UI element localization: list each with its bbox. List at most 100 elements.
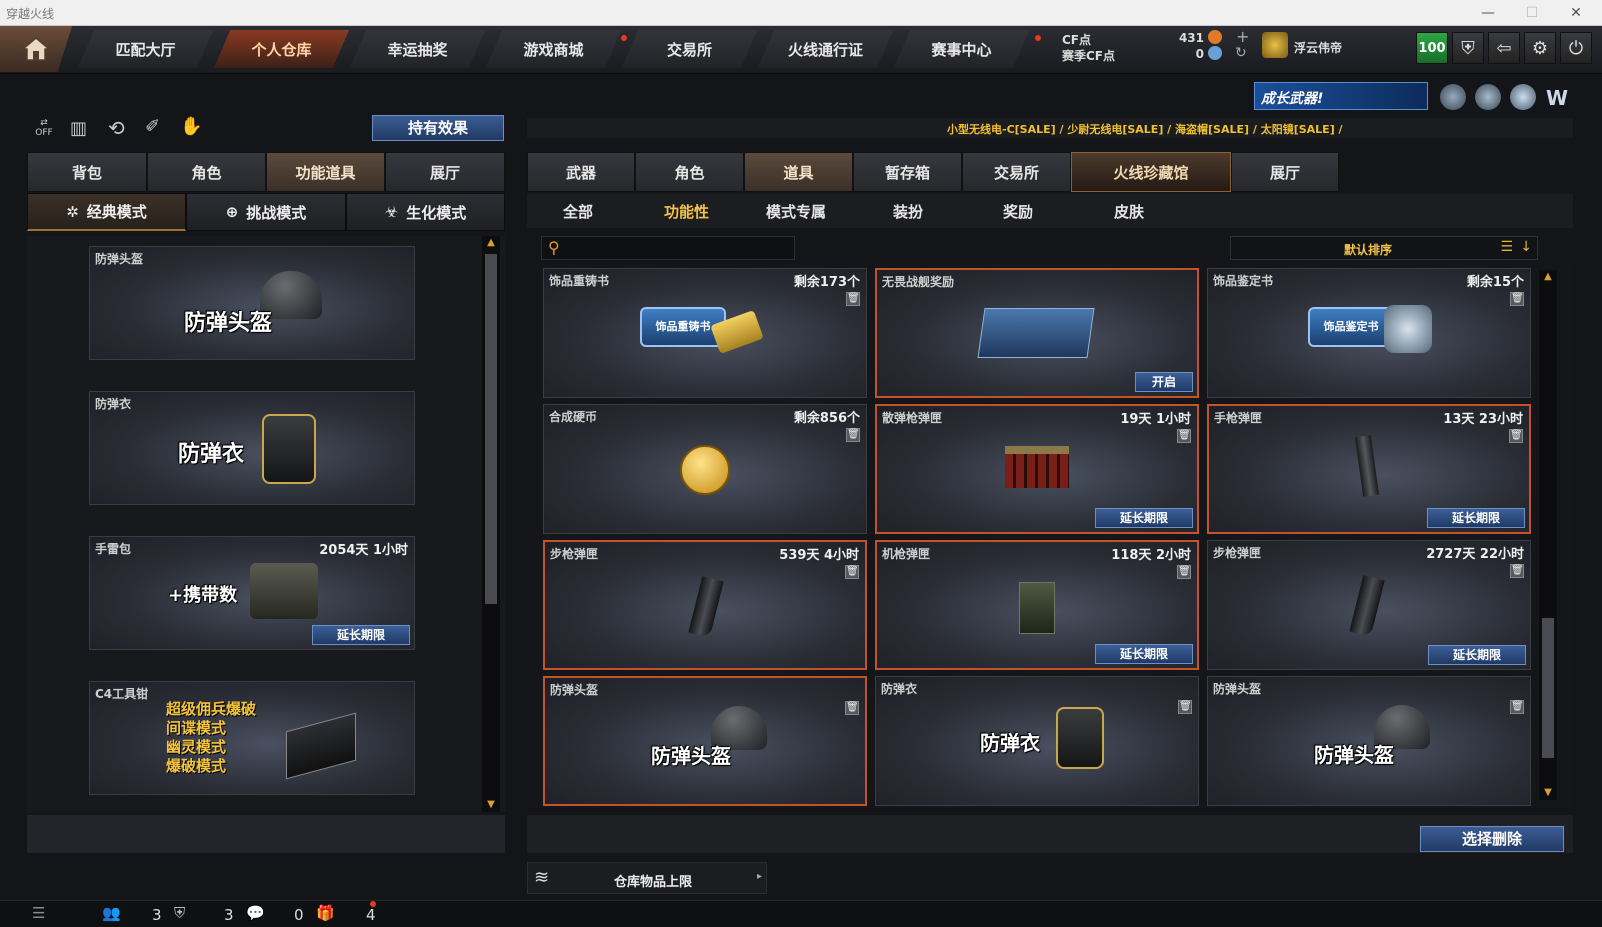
subtab-all[interactable]: 全部 [563,201,593,222]
maximize-icon[interactable]: ☐ [1514,2,1550,24]
close-icon[interactable]: ✕ [1558,2,1594,24]
extend-button[interactable]: 延长期限 [1095,508,1193,528]
history-icon[interactable]: ⟲ [108,116,125,140]
subtab-cosmetic[interactable]: 装扮 [893,201,923,222]
nav-tab-pass[interactable]: 火线通行证 [758,30,893,68]
stats-icon[interactable]: ▥ [70,118,87,139]
glove-icon[interactable]: ✋ [180,116,202,137]
grid-item[interactable]: 手枪弹匣 13天 23小时 🗑 延长期限 [1207,404,1531,534]
tab-function-items[interactable]: 功能道具 [266,152,385,192]
chat-icon[interactable]: 💬 [246,904,265,922]
scroll-up-icon[interactable]: ▲ [1541,270,1555,284]
refresh-icon[interactable]: ↻ [1235,45,1247,61]
grid-item[interactable]: 饰品重铸书 剩余173个 🗑 饰品重铸书 [543,268,867,398]
scroll-thumb[interactable] [1542,618,1554,758]
capacity-bar[interactable]: ≋ 仓库物品上限 ▸ [527,862,767,894]
menu-icon[interactable]: ☰ [32,904,45,922]
badge-icon-1[interactable] [1440,84,1466,110]
tab-showroom[interactable]: 展厅 [385,152,505,192]
extend-button[interactable]: 延长期限 [1095,644,1193,664]
tab-collection[interactable]: 火线珍藏馆 [1071,152,1231,192]
trash-icon[interactable]: 🗑 [845,701,859,715]
globe-icon[interactable] [1475,84,1501,110]
toggle-off-icon[interactable]: ⇄ OFF [32,118,56,142]
right-scrollbar[interactable]: ▲ ▼ [1539,270,1557,800]
list-item[interactable]: 防弹头盔 防弹头盔 [89,246,415,360]
list-view-icon[interactable]: ☰ [1500,239,1513,255]
left-scrollbar[interactable]: ▲ ▼ [482,236,500,812]
friends-icon[interactable]: 👥 [102,904,121,922]
select-delete-button[interactable]: 选择删除 [1420,826,1564,852]
nav-tab-lobby[interactable]: 匹配大厅 [78,30,213,68]
trash-icon[interactable]: 🗑 [1510,564,1524,578]
scroll-down-icon[interactable]: ▼ [1541,786,1555,800]
shield-icon[interactable]: ⛨ [1452,32,1484,64]
tab-exhibition[interactable]: 展厅 [1231,152,1339,192]
tab-roles[interactable]: 角色 [635,152,744,192]
sort-select[interactable]: 默认排序 ☰ ↓ [1230,236,1538,260]
grid-item[interactable]: 步枪弹匣 2727天 22小时 🗑 延长期限 [1207,540,1531,670]
grid-item[interactable]: 无畏战舰奖励 开启 [875,268,1199,398]
grid-item[interactable]: 合成硬币 剩余856个 🗑 [543,404,867,534]
tab-trade[interactable]: 交易所 [962,152,1071,192]
level-badge[interactable]: 100 [1416,32,1448,64]
sort-order-icon[interactable]: ↓ [1520,239,1532,255]
trash-icon[interactable]: 🗑 [846,292,860,306]
extend-button[interactable]: 延长期限 [312,625,410,645]
list-item[interactable]: C4工具钳 超级佣兵爆破 间谍模式 幽灵模式 爆破模式 [89,681,415,795]
subtab-rewards[interactable]: 奖励 [1003,201,1033,222]
trash-icon[interactable]: 🗑 [1177,429,1191,443]
trash-icon[interactable]: 🗑 [1178,700,1192,714]
nav-tab-shop[interactable]: 游戏商城 [486,30,621,68]
trash-icon[interactable]: 🗑 [1509,429,1523,443]
clan-shield-icon[interactable]: ⛨ [174,904,185,922]
w-logo-icon[interactable]: W [1546,86,1568,110]
gear-icon[interactable]: ⚙ [1524,32,1556,64]
open-button[interactable]: 开启 [1135,372,1193,392]
grid-item[interactable]: 机枪弹匣 118天 2小时 🗑 延长期限 [875,540,1199,670]
trash-icon[interactable]: 🗑 [845,565,859,579]
trash-icon[interactable]: 🗑 [846,428,860,442]
extend-button[interactable]: 延长期限 [1428,645,1526,665]
trash-icon[interactable]: 🗑 [1510,292,1524,306]
growth-weapon-banner[interactable]: 成长武器! [1254,82,1428,110]
tab-character[interactable]: 角色 [147,152,266,192]
tab-weapons[interactable]: 武器 [527,152,635,192]
tab-storage[interactable]: 暂存箱 [853,152,962,192]
tab-backpack[interactable]: 背包 [27,152,147,192]
grid-item[interactable]: 散弹枪弹匣 19天 1小时 🗑 延长期限 [875,404,1199,534]
search-input[interactable]: ⚲ [541,236,795,260]
nav-tab-events[interactable]: 赛事中心 [894,30,1029,68]
extend-button[interactable]: 延长期限 [1427,508,1525,528]
list-item[interactable]: 手雷包 2054天 1小时 +携带数 延长期限 [89,536,415,650]
power-icon[interactable]: ⏻ [1560,32,1592,64]
add-cf-icon[interactable]: + [1236,27,1249,46]
tab-props[interactable]: 道具 [744,152,853,192]
nav-tab-exchange[interactable]: 交易所 [622,30,757,68]
gift-icon[interactable]: 🎁 [316,904,335,922]
trash-icon[interactable]: 🗑 [1510,700,1524,714]
subtab-mode-exclusive[interactable]: 模式专属 [766,201,826,222]
grid-item[interactable]: 饰品鉴定书 剩余15个 🗑 饰品鉴定书 [1207,268,1531,398]
tab-classic-mode[interactable]: ✲ 经典模式 [27,193,186,231]
subtab-skins[interactable]: 皮肤 [1114,201,1144,222]
nav-tab-warehouse[interactable]: 个人仓库 [214,30,349,68]
tab-zombie-mode[interactable]: ☣ 生化模式 [346,193,505,231]
home-icon[interactable] [0,26,72,72]
minimize-icon[interactable]: — [1470,2,1506,24]
tab-challenge-mode[interactable]: ⊕ 挑战模式 [186,193,346,231]
subtab-functional[interactable]: 功能性 [664,201,709,222]
grid-item[interactable]: 防弹头盔 🗑 防弹头盔 [543,676,867,806]
scroll-down-icon[interactable]: ▼ [484,798,498,812]
nav-tab-lottery[interactable]: 幸运抽奖 [350,30,485,68]
list-item[interactable]: 防弹衣 防弹衣 [89,391,415,505]
medal-icon[interactable] [1510,84,1536,110]
trash-icon[interactable]: 🗑 [1177,565,1191,579]
expand-arrow-icon[interactable]: ▸ [757,871,762,882]
grid-item[interactable]: 防弹衣 🗑 防弹衣 [875,676,1199,806]
scroll-thumb[interactable] [485,254,497,604]
grid-item[interactable]: 防弹头盔 🗑 防弹头盔 [1207,676,1531,806]
scroll-up-icon[interactable]: ▲ [484,236,498,250]
repair-icon[interactable]: ✐ [145,116,160,137]
exit-room-icon[interactable]: ⇦ [1488,32,1520,64]
